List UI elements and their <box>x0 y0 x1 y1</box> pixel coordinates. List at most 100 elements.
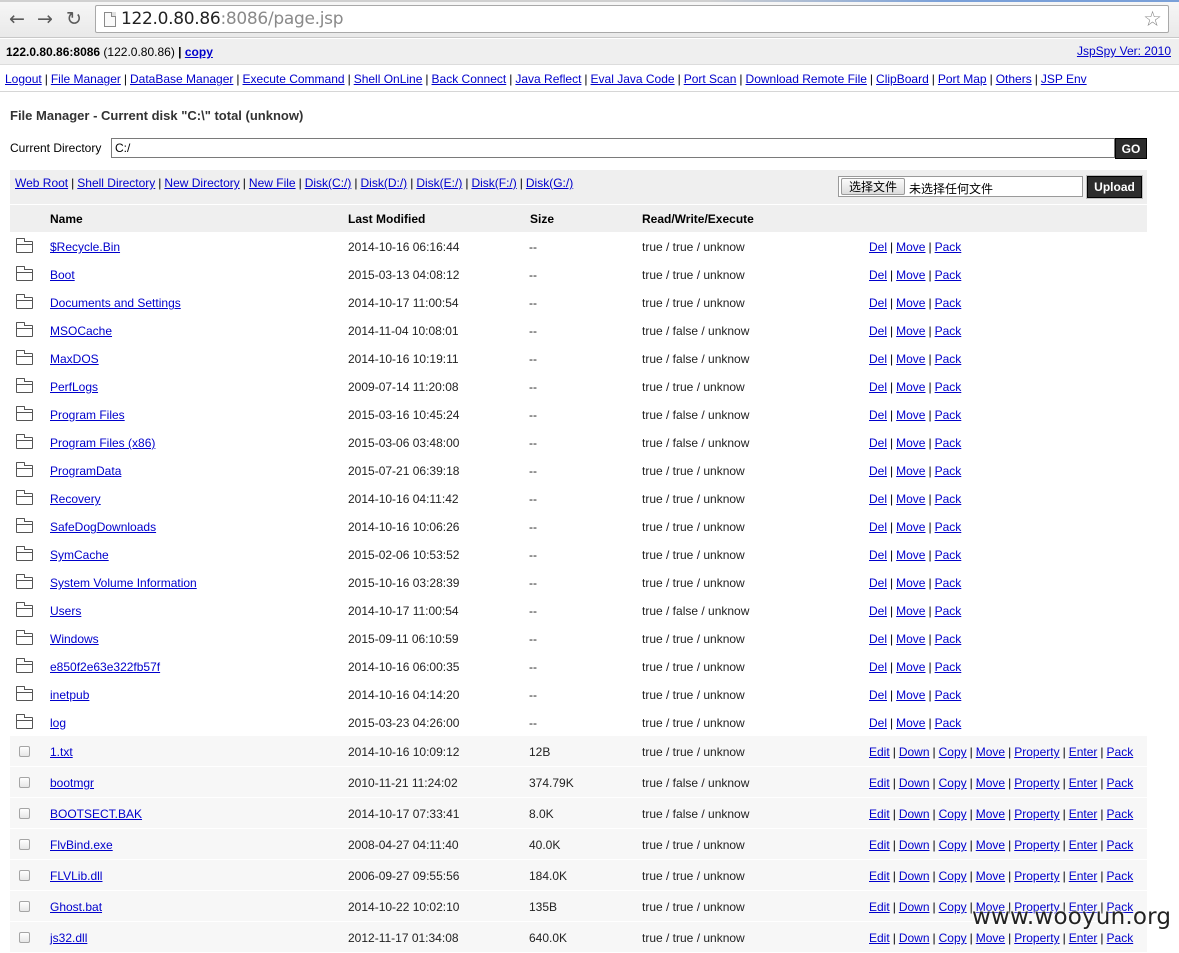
menu-port-scan[interactable]: Port Scan <box>684 72 737 86</box>
address-bar[interactable]: 122.0.80.86:8086/page.jsp ☆ <box>95 5 1169 33</box>
action-del[interactable]: Del <box>869 632 887 646</box>
dir-name-link[interactable]: Documents and Settings <box>50 296 181 310</box>
action-down[interactable]: Down <box>899 931 930 945</box>
action-pack[interactable]: Pack <box>935 576 962 590</box>
action-pack[interactable]: Pack <box>1107 807 1134 821</box>
dir-name-link[interactable]: Recovery <box>50 492 101 506</box>
action-del[interactable]: Del <box>869 520 887 534</box>
action-property[interactable]: Property <box>1014 838 1059 852</box>
checkbox-icon[interactable] <box>19 870 30 881</box>
action-pack[interactable]: Pack <box>935 492 962 506</box>
link-disk-e[interactable]: Disk(E:/) <box>416 176 462 190</box>
file-name-link[interactable]: BOOTSECT.BAK <box>50 807 142 821</box>
action-pack[interactable]: Pack <box>1107 931 1134 945</box>
action-move[interactable]: Move <box>896 576 925 590</box>
file-name-link[interactable]: FlvBind.exe <box>50 838 113 852</box>
link-new-file[interactable]: New File <box>249 176 296 190</box>
action-property[interactable]: Property <box>1014 745 1059 759</box>
action-pack[interactable]: Pack <box>935 660 962 674</box>
action-enter[interactable]: Enter <box>1069 838 1098 852</box>
action-enter[interactable]: Enter <box>1069 745 1098 759</box>
action-copy[interactable]: Copy <box>939 931 967 945</box>
action-del[interactable]: Del <box>869 576 887 590</box>
action-copy[interactable]: Copy <box>939 776 967 790</box>
dir-name-link[interactable]: Boot <box>50 268 75 282</box>
checkbox-icon[interactable] <box>19 901 30 912</box>
action-move[interactable]: Move <box>896 464 925 478</box>
menu-file-manager[interactable]: File Manager <box>51 72 121 86</box>
action-pack[interactable]: Pack <box>1107 869 1134 883</box>
current-directory-input[interactable] <box>111 138 1115 158</box>
action-property[interactable]: Property <box>1014 869 1059 883</box>
action-move[interactable]: Move <box>896 240 925 254</box>
dir-name-link[interactable]: Program Files <box>50 408 125 422</box>
action-property[interactable]: Property <box>1014 931 1059 945</box>
action-copy[interactable]: Copy <box>939 869 967 883</box>
action-move[interactable]: Move <box>896 548 925 562</box>
action-pack[interactable]: Pack <box>935 604 962 618</box>
action-edit[interactable]: Edit <box>869 807 890 821</box>
action-copy[interactable]: Copy <box>939 838 967 852</box>
menu-back-connect[interactable]: Back Connect <box>432 72 507 86</box>
action-down[interactable]: Down <box>899 869 930 883</box>
menu-shell-online[interactable]: Shell OnLine <box>354 72 423 86</box>
upload-file-input[interactable]: 选择文件 未选择任何文件 <box>838 176 1083 197</box>
file-name-link[interactable]: bootmgr <box>50 776 94 790</box>
menu-port-map[interactable]: Port Map <box>938 72 987 86</box>
action-move[interactable]: Move <box>896 520 925 534</box>
action-pack[interactable]: Pack <box>935 268 962 282</box>
action-del[interactable]: Del <box>869 268 887 282</box>
action-move[interactable]: Move <box>896 296 925 310</box>
action-move[interactable]: Move <box>896 324 925 338</box>
forward-icon[interactable]: → <box>33 7 57 31</box>
action-move[interactable]: Move <box>896 436 925 450</box>
action-pack[interactable]: Pack <box>935 296 962 310</box>
dir-name-link[interactable]: Windows <box>50 632 99 646</box>
checkbox-icon[interactable] <box>19 746 30 757</box>
action-move[interactable]: Move <box>976 869 1005 883</box>
action-del[interactable]: Del <box>869 688 887 702</box>
checkbox-icon[interactable] <box>19 839 30 850</box>
link-web-root[interactable]: Web Root <box>15 176 68 190</box>
action-pack[interactable]: Pack <box>935 380 962 394</box>
action-del[interactable]: Del <box>869 436 887 450</box>
action-edit[interactable]: Edit <box>869 745 890 759</box>
action-move[interactable]: Move <box>896 408 925 422</box>
action-down[interactable]: Down <box>899 745 930 759</box>
action-move[interactable]: Move <box>896 492 925 506</box>
back-icon[interactable]: ← <box>5 7 29 31</box>
action-move[interactable]: Move <box>896 604 925 618</box>
go-button[interactable]: GO <box>1115 138 1147 159</box>
bookmark-star-icon[interactable]: ☆ <box>1143 7 1162 31</box>
action-enter[interactable]: Enter <box>1069 776 1098 790</box>
action-move[interactable]: Move <box>896 380 925 394</box>
reload-icon[interactable]: ↻ <box>62 7 86 31</box>
action-copy[interactable]: Copy <box>939 807 967 821</box>
dir-name-link[interactable]: System Volume Information <box>50 576 197 590</box>
upload-button[interactable]: Upload <box>1087 176 1142 198</box>
action-pack[interactable]: Pack <box>935 632 962 646</box>
file-name-link[interactable]: Ghost.bat <box>50 900 102 914</box>
copy-link[interactable]: copy <box>185 45 213 59</box>
action-pack[interactable]: Pack <box>935 352 962 366</box>
action-enter[interactable]: Enter <box>1069 869 1098 883</box>
action-move[interactable]: Move <box>976 838 1005 852</box>
checkbox-icon[interactable] <box>19 777 30 788</box>
action-copy[interactable]: Copy <box>939 745 967 759</box>
file-name-link[interactable]: 1.txt <box>50 745 73 759</box>
action-move[interactable]: Move <box>976 776 1005 790</box>
action-del[interactable]: Del <box>869 408 887 422</box>
action-down[interactable]: Down <box>899 807 930 821</box>
link-disk-c[interactable]: Disk(C:/) <box>305 176 352 190</box>
dir-name-link[interactable]: PerfLogs <box>50 380 98 394</box>
action-down[interactable]: Down <box>899 838 930 852</box>
action-pack[interactable]: Pack <box>935 464 962 478</box>
dir-name-link[interactable]: MSOCache <box>50 324 112 338</box>
dir-name-link[interactable]: log <box>50 716 66 730</box>
link-shell-directory[interactable]: Shell Directory <box>77 176 155 190</box>
version-link[interactable]: JspSpy Ver: 2010 <box>1077 44 1171 58</box>
file-name-link[interactable]: FLVLib.dll <box>50 869 102 883</box>
action-move[interactable]: Move <box>976 745 1005 759</box>
action-pack[interactable]: Pack <box>935 240 962 254</box>
dir-name-link[interactable]: Program Files (x86) <box>50 436 155 450</box>
